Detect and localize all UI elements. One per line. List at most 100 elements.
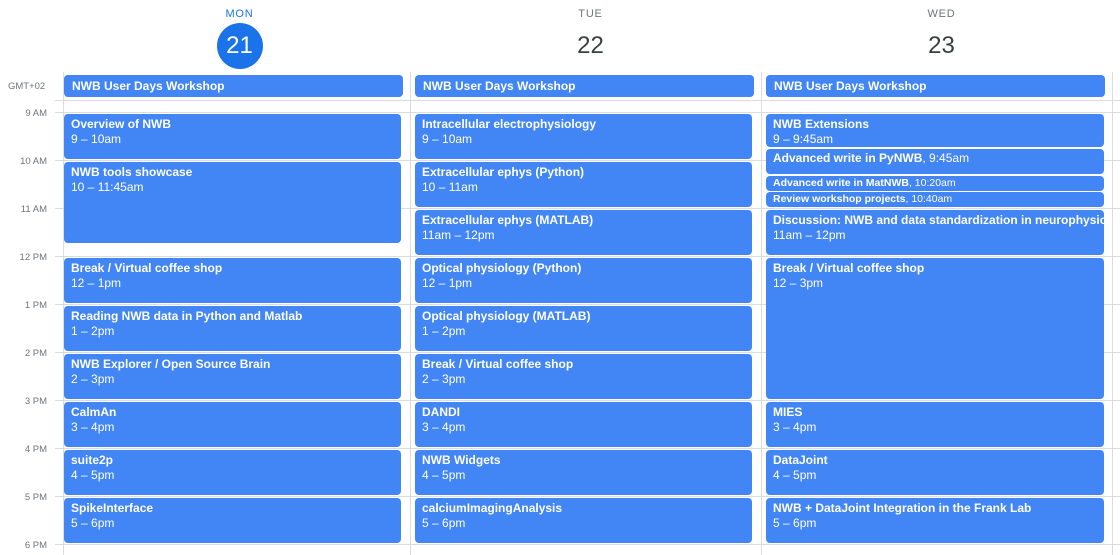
event-time: 2 – 3pm — [71, 372, 115, 386]
event-time: 10 – 11am — [422, 180, 478, 194]
calendar-event[interactable]: NWB + DataJoint Integration in the Frank… — [766, 498, 1104, 543]
calendar-event[interactable]: Break / Virtual coffee shop 12 – 1pm — [64, 258, 401, 303]
day-of-week-label: MON — [225, 8, 254, 20]
event-title: Extracellular ephys (MATLAB) — [422, 213, 594, 227]
event-time: 3 – 4pm — [773, 420, 817, 434]
hour-label: 1 PM — [24, 300, 47, 311]
hour-gridline — [55, 544, 1120, 545]
event-time: 2 – 3pm — [422, 372, 466, 386]
event-title: Optical physiology (MATLAB) — [422, 309, 591, 323]
event-time: 5 – 6pm — [71, 516, 115, 530]
event-title: Intracellular electrophysiology — [422, 117, 597, 131]
calendar-event[interactable]: suite2p 4 – 5pm — [64, 450, 401, 495]
calendar-event[interactable]: Discussion: NWB and data standardization… — [766, 210, 1104, 255]
calendar-event[interactable]: calciumImagingAnalysis 5 – 6pm — [415, 498, 752, 543]
hour-label: 3 PM — [24, 396, 47, 407]
event-time: 10:40am — [911, 193, 953, 205]
event-time: 12 – 3pm — [773, 276, 824, 290]
day-number[interactable]: 22 — [568, 23, 614, 69]
event-title: Advanced write in PyNWB — [773, 151, 923, 165]
event-title: Break / Virtual coffee shop — [773, 261, 925, 275]
event-title: NWB Extensions — [773, 117, 870, 131]
event-title: Advanced write in MatNWB — [773, 177, 909, 189]
calendar-event[interactable]: NWB Widgets 4 – 5pm — [415, 450, 752, 495]
calendar-event[interactable]: Reading NWB data in Python and Matlab 1 … — [64, 306, 401, 351]
allday-event[interactable]: NWB User Days Workshop — [415, 75, 754, 97]
day-header-tue[interactable]: TUE 22 — [415, 0, 766, 72]
day-header-mon[interactable]: MON 21 — [64, 0, 415, 72]
day-header-wed[interactable]: WED 23 — [766, 0, 1117, 72]
calendar-event[interactable]: Review workshop projects, 10:40am — [766, 192, 1104, 207]
hour-label: 11 AM — [20, 204, 47, 215]
hour-gridline — [55, 256, 1120, 257]
calendar-event[interactable]: Optical physiology (MATLAB) 1 – 2pm — [415, 306, 752, 351]
calendar-event[interactable]: Optical physiology (Python) 12 – 1pm — [415, 258, 752, 303]
hour-gridline — [55, 400, 1120, 401]
hour-label: 10 AM — [20, 156, 47, 167]
event-title-line: Advanced write in MatNWB, 10:20am — [773, 176, 1097, 190]
event-title: Break / Virtual coffee shop — [422, 357, 574, 371]
event-title: Break / Virtual coffee shop — [71, 261, 223, 275]
calendar-event[interactable]: Extracellular ephys (Python) 10 – 11am — [415, 162, 752, 207]
allday-event[interactable]: NWB User Days Workshop — [766, 75, 1105, 97]
calendar-event[interactable]: Extracellular ephys (MATLAB) 11am – 12pm — [415, 210, 752, 255]
event-title: MIES — [773, 405, 803, 419]
event-time: 10:20am — [914, 177, 956, 189]
hour-label: 4 PM — [24, 444, 47, 455]
allday-event[interactable]: NWB User Days Workshop — [64, 75, 403, 97]
event-time: 4 – 5pm — [422, 468, 466, 482]
event-title: NWB Explorer / Open Source Brain — [71, 357, 271, 371]
day-number[interactable]: 23 — [919, 23, 965, 69]
event-title: NWB User Days Workshop — [423, 79, 576, 93]
calendar-event[interactable]: MIES 3 – 4pm — [766, 402, 1104, 447]
calendar-event[interactable]: NWB Explorer / Open Source Brain 2 – 3pm — [64, 354, 401, 399]
hour-label: 2 PM — [24, 348, 47, 359]
event-title: NWB tools showcase — [71, 165, 193, 179]
allday-separator — [55, 100, 1120, 101]
calendar-event[interactable]: Overview of NWB 9 – 10am — [64, 114, 401, 159]
event-time: 5 – 6pm — [422, 516, 466, 530]
event-title: Extracellular ephys (Python) — [422, 165, 585, 179]
event-title: Optical physiology (Python) — [422, 261, 582, 275]
event-title: NWB Widgets — [422, 453, 501, 467]
calendar-event[interactable]: Intracellular electrophysiology 9 – 10am — [415, 114, 752, 159]
hour-label: 6 PM — [24, 540, 47, 551]
event-time: 9 – 10am — [71, 132, 122, 146]
event-title: DANDI — [422, 405, 460, 419]
calendar-event[interactable]: CalmAn 3 – 4pm — [64, 402, 401, 447]
event-title-line: Advanced write in PyNWB, 9:45am — [773, 150, 1097, 166]
calendar-event[interactable]: NWB Extensions 9 – 9:45am — [766, 114, 1104, 147]
event-time: 1 – 2pm — [422, 324, 466, 338]
hour-gridline — [55, 448, 1120, 449]
day-number-today[interactable]: 21 — [216, 23, 263, 69]
calendar-event[interactable]: DataJoint 4 – 5pm — [766, 450, 1104, 495]
event-title: NWB User Days Workshop — [774, 79, 927, 93]
calendar-event[interactable]: Break / Virtual coffee shop 2 – 3pm — [415, 354, 752, 399]
event-time: 12 – 1pm — [71, 276, 122, 290]
event-title: NWB User Days Workshop — [72, 79, 225, 93]
calendar-event[interactable]: SpikeInterface 5 – 6pm — [64, 498, 401, 543]
event-title: CalmAn — [71, 405, 117, 419]
timezone-label: GMT+02 — [8, 81, 46, 92]
event-title: Discussion: NWB and data standardization… — [773, 213, 1104, 227]
calendar-event[interactable]: Advanced write in PyNWB, 9:45am — [766, 149, 1104, 174]
hour-gridline — [55, 496, 1120, 497]
event-title: calciumImagingAnalysis — [422, 501, 563, 515]
event-time: 4 – 5pm — [71, 468, 115, 482]
calendar-event[interactable]: Advanced write in MatNWB, 10:20am — [766, 176, 1104, 191]
event-title: Overview of NWB — [71, 117, 172, 131]
column-divider — [761, 72, 762, 555]
event-time: 10 – 11:45am — [71, 180, 144, 194]
event-time: 5 – 6pm — [773, 516, 817, 530]
event-time: 9:45am — [929, 151, 970, 165]
event-title: SpikeInterface — [71, 501, 154, 515]
calendar-event[interactable]: Break / Virtual coffee shop 12 – 3pm — [766, 258, 1104, 399]
event-title: DataJoint — [773, 453, 828, 467]
hour-label: 9 AM — [25, 108, 47, 119]
day-of-week-label: WED — [927, 8, 956, 20]
event-title-line: Review workshop projects, 10:40am — [773, 192, 1097, 206]
event-time: 12 – 1pm — [422, 276, 473, 290]
calendar-event[interactable]: NWB tools showcase 10 – 11:45am — [64, 162, 401, 243]
hour-label: 5 PM — [24, 492, 47, 503]
calendar-event[interactable]: DANDI 3 – 4pm — [415, 402, 752, 447]
